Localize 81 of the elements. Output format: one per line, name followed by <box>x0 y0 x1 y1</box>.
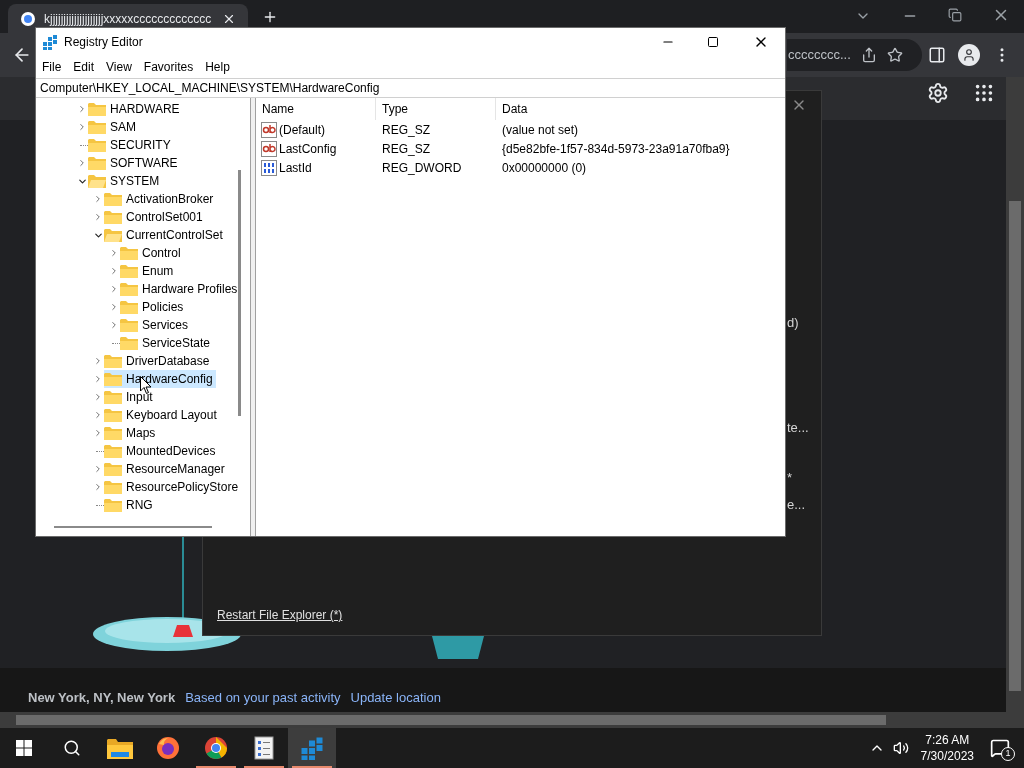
tree-item[interactable]: Input <box>104 388 156 406</box>
tree-item[interactable]: SECURITY <box>88 136 174 154</box>
dialog-text: e... <box>787 496 806 514</box>
column-header[interactable]: Name <box>256 98 376 120</box>
value-type: REG_SZ <box>381 121 431 139</box>
horizontal-scrollbar[interactable] <box>0 712 1024 728</box>
fox-logo-icon <box>156 736 180 760</box>
tree-item[interactable]: ResourcePolicyStore <box>104 478 242 496</box>
side-panel-icon[interactable] <box>928 46 946 64</box>
value-type: REG_SZ <box>381 140 431 158</box>
tree-item[interactable]: MountedDevices <box>104 442 219 460</box>
menu-item[interactable]: View <box>100 58 138 76</box>
cubes-icon <box>42 34 58 50</box>
folder-icon <box>107 737 133 759</box>
dialog-text: * <box>787 469 793 487</box>
value-name[interactable]: LastConfig <box>279 139 337 158</box>
new-tab-icon[interactable] <box>262 9 278 25</box>
column-header[interactable]: Type <box>376 98 496 120</box>
cubes-icon <box>300 736 324 760</box>
folder-icon <box>120 336 138 350</box>
tree-item[interactable]: SYSTEM <box>88 172 163 190</box>
profile-avatar[interactable] <box>958 44 980 66</box>
folder-icon <box>104 498 122 512</box>
dialog-text: d) <box>787 314 799 332</box>
column-header[interactable]: Data <box>496 98 785 120</box>
folder-icon <box>104 444 122 458</box>
tree-item[interactable]: DriverDatabase <box>104 352 213 370</box>
tree-item[interactable]: Services <box>120 316 191 334</box>
folder-icon <box>88 138 106 152</box>
tree-item[interactable]: RNG <box>104 496 156 514</box>
tree-item[interactable]: SAM <box>88 118 139 136</box>
tree-item[interactable]: HARDWARE <box>88 100 183 118</box>
tree-item[interactable]: Policies <box>120 298 187 316</box>
tree-item[interactable]: Control <box>120 244 184 262</box>
tree-item[interactable]: CurrentControlSet <box>104 226 226 244</box>
tree-item[interactable]: ControlSet001 <box>104 208 206 226</box>
round-logo-icon <box>204 736 228 760</box>
star-icon[interactable] <box>886 47 903 63</box>
notifications-icon[interactable] <box>990 738 1010 758</box>
tree-item[interactable]: ResourceManager <box>104 460 228 478</box>
tree-item[interactable]: SOFTWARE <box>88 154 181 172</box>
clock-time[interactable]: 7:26 AM <box>925 732 970 748</box>
notification-count: 1 <box>1001 747 1015 761</box>
value-data: 0x00000000 (0) <box>501 159 588 177</box>
tree-item[interactable]: Hardware Profiles <box>120 280 241 298</box>
menu-item[interactable]: File <box>36 58 68 76</box>
activity-link[interactable]: Based on your past activity <box>185 690 341 706</box>
round-logo-icon <box>20 10 36 27</box>
window-title: Registry Editor <box>64 34 143 51</box>
dialog-text: te... <box>787 419 809 437</box>
address-field[interactable]: Computer\HKEY_LOCAL_MACHINE\SYSTEM\HardwareConfig <box>36 78 785 98</box>
update-location-link[interactable]: Update location <box>350 690 441 706</box>
search-icon <box>63 739 81 757</box>
apps-grid-icon[interactable] <box>973 82 995 104</box>
value-name[interactable]: LastId <box>279 158 312 177</box>
tree-item[interactable]: Enum <box>120 262 177 280</box>
volume-icon[interactable] <box>892 740 909 756</box>
tree-item[interactable]: ActivationBroker <box>104 190 217 208</box>
notepad-icon <box>254 736 274 760</box>
clock-date[interactable]: 7/30/2023 <box>920 748 974 764</box>
tree-item[interactable]: ServiceState <box>120 334 214 352</box>
tree-horizontal-scrollbar[interactable] <box>54 526 212 528</box>
value-type: REG_DWORD <box>381 159 463 177</box>
tree-item[interactable]: Keyboard Layout <box>104 406 220 424</box>
maximize-icon[interactable] <box>707 36 719 48</box>
value-name[interactable]: (Default) <box>279 120 325 139</box>
windows-logo-icon <box>16 740 32 756</box>
tree-scrollbar[interactable] <box>238 170 241 416</box>
location-text: New York, NY, New York <box>28 690 176 706</box>
vertical-scrollbar[interactable] <box>1006 77 1024 712</box>
menu-item[interactable]: Help <box>199 58 236 76</box>
share-icon[interactable] <box>860 47 877 63</box>
value-data: {d5e82bfe-1f57-834d-5973-23a91a70fba9} <box>501 140 731 158</box>
restore-icon[interactable] <box>948 8 962 22</box>
menu-item[interactable]: Edit <box>67 58 101 76</box>
value-data: (value not set) <box>501 121 580 139</box>
settings-icon[interactable] <box>927 82 949 104</box>
tree-item[interactable]: Maps <box>104 424 159 442</box>
restart-explorer-link[interactable]: Restart File Explorer (*) <box>217 606 343 624</box>
address-bar[interactable]: cccccccc... <box>787 39 922 71</box>
menu-item[interactable]: Favorites <box>137 58 200 76</box>
